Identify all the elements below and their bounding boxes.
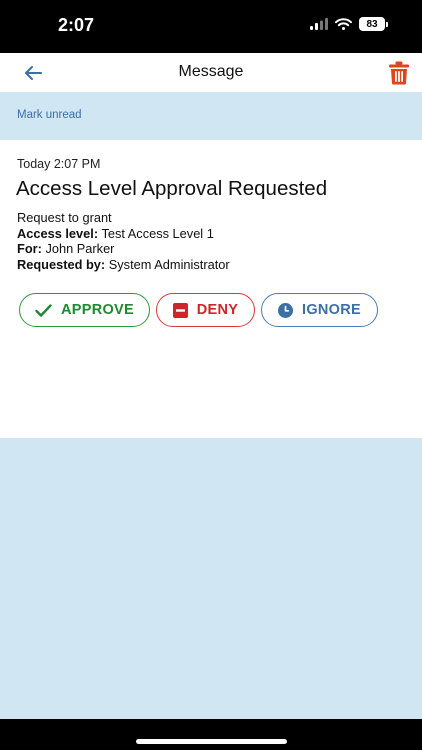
signal-icon	[310, 18, 328, 30]
field-for-value: John Parker	[45, 241, 115, 256]
battery-icon: 83	[359, 17, 388, 31]
field-access-level-value: Test Access Level 1	[101, 225, 214, 241]
nav-bar: Message	[0, 53, 422, 92]
status-time: 2:07	[58, 15, 95, 35]
field-for-label: For:	[17, 241, 42, 256]
field-access-level: Access level: Test Access Level 1	[17, 226, 230, 242]
status-bar: 2:07 83	[0, 0, 422, 53]
status-icons: 83	[310, 17, 388, 31]
deny-label: DENY	[196, 302, 239, 318]
mark-unread-bar: Mark unread	[0, 92, 422, 140]
message-title: Access Level Approval Requested	[16, 177, 328, 200]
home-bar	[0, 719, 422, 750]
checkmark-icon	[35, 303, 52, 317]
page-title: Message	[178, 63, 244, 80]
message-card: Today 2:07 PM Access Level Approval Requ…	[0, 140, 422, 438]
field-requested-by: Requested by: System Administrator	[17, 257, 230, 273]
approve-button[interactable]: APPROVE	[19, 293, 150, 327]
mark-unread-link[interactable]: Mark unread	[17, 109, 82, 121]
delete-button[interactable]	[386, 59, 412, 87]
field-for: For: John Parker	[17, 241, 230, 257]
deny-button[interactable]: DENY	[156, 293, 255, 327]
ignore-button[interactable]: IGNORE	[261, 293, 378, 327]
clock-icon	[278, 302, 293, 318]
wifi-icon	[335, 18, 352, 30]
message-intro: Request to grant	[17, 210, 112, 225]
battery-level: 83	[359, 17, 385, 31]
home-indicator[interactable]	[136, 739, 287, 744]
message-timestamp: Today 2:07 PM	[17, 157, 101, 171]
action-buttons: APPROVE DENY IGNORE	[19, 293, 378, 327]
ignore-label: IGNORE	[302, 302, 361, 318]
approve-label: APPROVE	[60, 302, 134, 318]
field-requested-by-label: Requested by:	[17, 256, 106, 272]
field-access-level-label: Access level:	[17, 225, 99, 241]
trash-icon	[389, 61, 409, 85]
message-body: Request to grant Access level: Test Acce…	[17, 210, 230, 272]
minus-box-icon	[172, 302, 188, 318]
field-requested-by-value: System Administrator	[108, 256, 230, 272]
